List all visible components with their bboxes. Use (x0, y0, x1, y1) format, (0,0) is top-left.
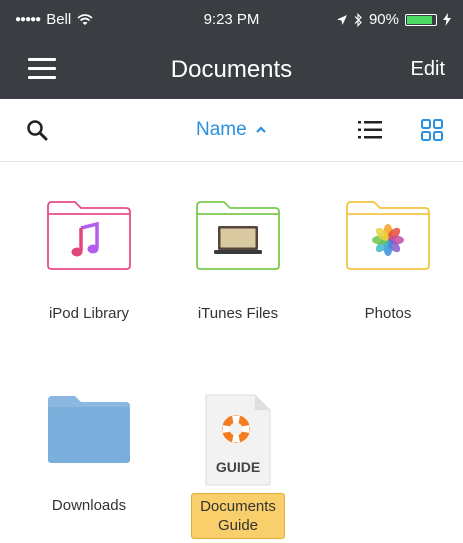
file-label-selected: Documents Guide (191, 493, 285, 539)
sort-button: Name (0, 119, 463, 141)
file-label: iPod Library (48, 305, 130, 322)
photos-folder-icon (346, 201, 430, 270)
file-label: Downloads (51, 497, 127, 514)
itunes-folder-icon (196, 201, 280, 270)
guide-document-icon: GUIDE (205, 394, 271, 486)
guide-icon-text: GUIDE (216, 459, 260, 475)
navigation-bar: Documents Edit (0, 40, 463, 99)
lifebuoy-icon (222, 415, 250, 443)
file-item[interactable]: GUIDE Documents Guide (168, 392, 308, 539)
music-folder-icon (47, 201, 131, 270)
file-item[interactable]: Photos (318, 196, 458, 322)
battery-percent: 90% (368, 11, 399, 28)
file-item[interactable]: iTunes Files (168, 196, 308, 322)
page-title: Documents (170, 56, 293, 83)
file-item[interactable]: iPod Library (19, 196, 159, 322)
top-bar: ●●●●● Bell 9:23 PM 90% Documents Edit (0, 0, 463, 99)
sort-ascending-icon (256, 126, 266, 133)
list-view-icon[interactable] (358, 119, 382, 141)
sort-by-name-button[interactable]: Name (196, 119, 267, 140)
edit-button[interactable]: Edit (411, 58, 445, 81)
downloads-folder-icon (48, 396, 130, 463)
location-icon (336, 14, 347, 25)
file-label: Photos (364, 305, 412, 322)
toolbar: Name (0, 99, 463, 162)
sort-label: Name (196, 119, 247, 140)
battery-icon (405, 13, 437, 26)
file-label: iTunes Files (197, 305, 279, 322)
bluetooth-icon (354, 12, 362, 27)
status-bar: ●●●●● Bell 9:23 PM 90% (0, 0, 463, 40)
grid-view-icon[interactable] (421, 119, 443, 141)
file-item[interactable]: Downloads (19, 390, 159, 514)
charging-icon (443, 13, 451, 26)
